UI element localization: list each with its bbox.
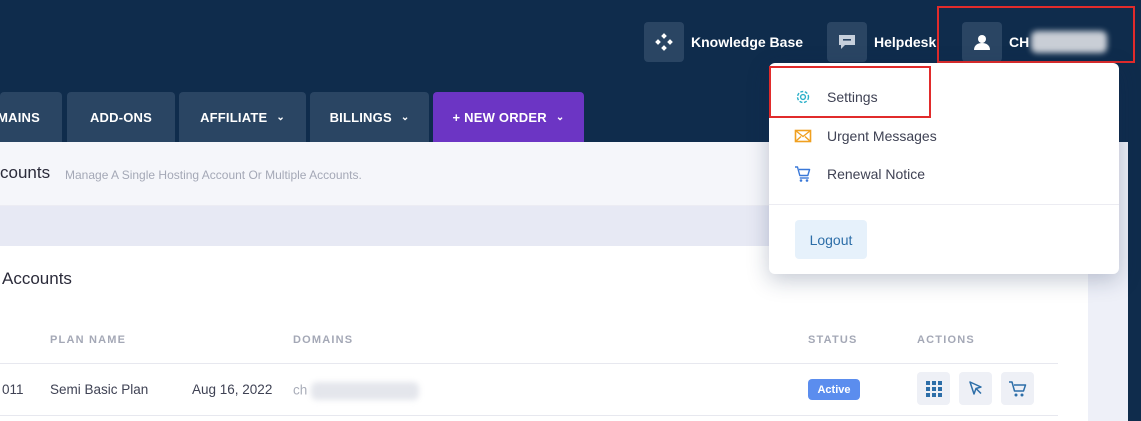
user-menu-highlight xyxy=(937,6,1135,63)
menu-item-renewal-notice[interactable]: Renewal Notice xyxy=(769,155,1119,193)
tab-affiliate-label: AFFILIATE xyxy=(200,109,268,125)
tab-new-order-label: + NEW ORDER xyxy=(452,109,547,125)
column-header-status: STATUS xyxy=(808,334,858,346)
helpdesk-link[interactable]: Helpdesk xyxy=(827,22,936,62)
tab-billings-label: BILLINGS xyxy=(329,109,392,125)
table-divider xyxy=(0,415,1058,416)
tab-domains-label: MAINS xyxy=(0,109,40,125)
envelope-icon xyxy=(794,129,812,143)
pointer-click-icon xyxy=(968,380,982,395)
knowledge-base-link[interactable]: Knowledge Base xyxy=(644,22,803,62)
diamond-grid-icon xyxy=(644,22,684,62)
table-divider xyxy=(0,363,1058,364)
cart-icon xyxy=(1008,380,1026,396)
column-header-domains: DOMAINS xyxy=(293,334,354,346)
logout-button[interactable]: Logout xyxy=(795,220,867,259)
order-addon-button[interactable] xyxy=(1001,372,1034,405)
menu-item-urgent-messages[interactable]: Urgent Messages xyxy=(769,117,1119,155)
grid-icon xyxy=(925,380,942,397)
tab-new-order[interactable]: + NEW ORDER ⌄ xyxy=(433,92,584,142)
menu-divider xyxy=(769,204,1119,205)
chevron-down-icon: ⌄ xyxy=(276,111,285,123)
column-header-plan-name: PLAN NAME xyxy=(50,334,127,346)
account-id: 011 xyxy=(2,382,24,397)
domain-name[interactable]: ch xyxy=(293,382,420,400)
card-title: Accounts xyxy=(2,269,72,288)
menu-item-label: Renewal Notice xyxy=(827,166,926,182)
login-button[interactable] xyxy=(959,372,992,405)
registration-date: Aug 16, 2022 xyxy=(192,382,273,397)
domain-prefix: ch xyxy=(293,382,308,398)
chat-icon xyxy=(827,22,867,62)
plan-name: Semi Basic Plan xyxy=(50,382,149,397)
helpdesk-label: Helpdesk xyxy=(874,34,937,50)
page-subtitle: Manage A Single Hosting Account Or Multi… xyxy=(65,168,362,182)
tab-affiliate[interactable]: AFFILIATE ⌄ xyxy=(179,92,306,142)
manage-button[interactable] xyxy=(917,372,950,405)
knowledge-base-label: Knowledge Base xyxy=(691,34,804,50)
menu-item-label: Urgent Messages xyxy=(827,128,937,144)
status-badge: Active xyxy=(808,379,860,400)
chevron-down-icon: ⌄ xyxy=(555,111,565,123)
cart-icon xyxy=(795,166,811,182)
column-header-actions: ACTIONS xyxy=(917,334,975,346)
tab-add-ons-label: ADD-ONS xyxy=(89,109,153,125)
settings-highlight xyxy=(769,66,931,118)
tab-domains[interactable]: MAINS xyxy=(0,92,62,142)
redacted-domain xyxy=(311,382,420,400)
chevron-down-icon: ⌄ xyxy=(400,111,410,123)
page-title: counts xyxy=(0,163,51,182)
tab-billings[interactable]: BILLINGS ⌄ xyxy=(310,92,429,142)
tab-add-ons[interactable]: ADD-ONS xyxy=(67,92,175,142)
